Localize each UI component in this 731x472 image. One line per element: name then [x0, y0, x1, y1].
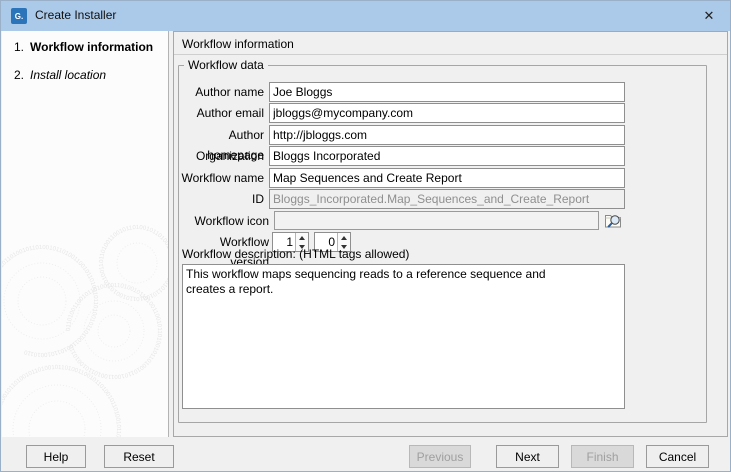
organization-input[interactable]	[269, 146, 625, 166]
step-number: 2.	[14, 68, 30, 82]
next-button[interactable]: Next	[496, 445, 559, 468]
title-bar: G. Create Installer ✕	[1, 1, 730, 31]
folder-search-icon	[603, 211, 623, 229]
spin-up-icon[interactable]	[296, 233, 308, 242]
close-icon[interactable]: ✕	[692, 1, 726, 31]
workflow-description-label: Workflow description: (HTML tags allowed…	[182, 247, 409, 261]
groupbox-title: Workflow data	[184, 58, 268, 72]
panel-title: Workflow information	[182, 37, 294, 51]
workflow-id-label: ID	[178, 189, 264, 209]
workflow-id-field	[269, 189, 625, 209]
author-homepage-input[interactable]	[269, 125, 625, 145]
author-email-label: Author email	[178, 103, 264, 123]
window-title: Create Installer	[35, 8, 116, 22]
workflow-icon-field	[274, 211, 599, 230]
step-label: Install location	[30, 68, 106, 82]
workflow-information-panel: Workflow information Workflow data Autho…	[173, 31, 728, 437]
workflow-description-textarea[interactable]: This workflow maps sequencing reads to a…	[182, 264, 625, 409]
app-icon: G.	[11, 8, 27, 24]
help-button[interactable]: Help	[26, 445, 86, 468]
finish-button[interactable]: Finish	[571, 445, 634, 468]
create-installer-dialog: G. Create Installer ✕ 0110100110010	[0, 0, 731, 472]
spin-up-icon[interactable]	[338, 233, 350, 242]
binary-watermark: 0110100110010110100101101001011010011001…	[2, 31, 169, 437]
wizard-steps-sidebar: 0110100110010110100101101001011010011001…	[2, 31, 169, 437]
workflow-name-label: Workflow name	[178, 168, 264, 188]
sidebar-step-install-location: 2.Install location	[14, 68, 106, 82]
step-label: Workflow information	[30, 40, 153, 54]
step-number: 1.	[14, 40, 30, 54]
author-email-input[interactable]	[269, 103, 625, 123]
previous-button[interactable]: Previous	[409, 445, 471, 468]
sidebar-step-workflow-information: 1.Workflow information	[14, 40, 153, 54]
author-name-label: Author name	[178, 82, 264, 102]
workflow-name-input[interactable]	[269, 168, 625, 188]
header-separator	[174, 54, 727, 55]
organization-label: Organization	[178, 146, 264, 166]
reset-button[interactable]: Reset	[104, 445, 174, 468]
author-name-input[interactable]	[269, 82, 625, 102]
browse-icon-button[interactable]	[602, 210, 624, 230]
workflow-icon-label: Workflow icon	[178, 211, 269, 231]
cancel-button[interactable]: Cancel	[646, 445, 709, 468]
